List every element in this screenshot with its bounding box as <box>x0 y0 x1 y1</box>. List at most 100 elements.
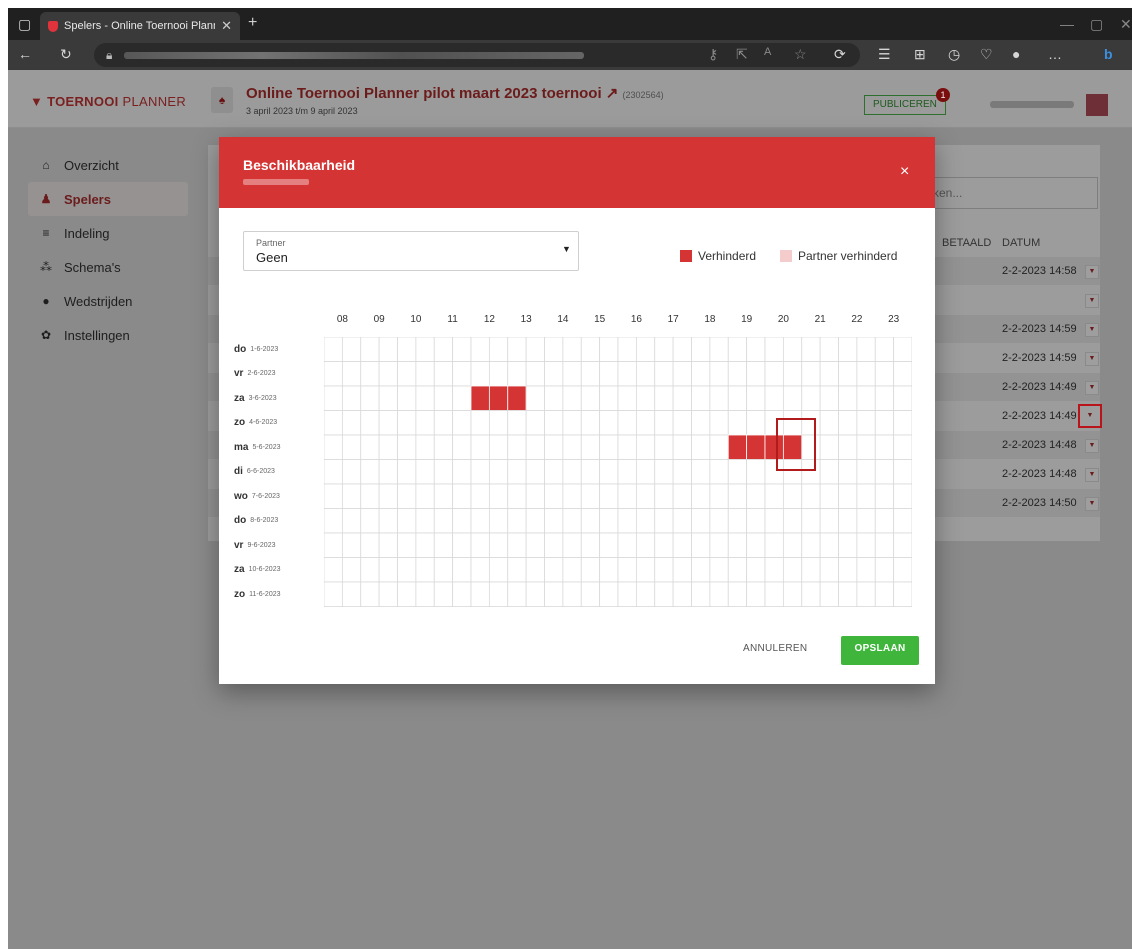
grid-cell[interactable] <box>397 508 417 534</box>
row-dropdown-button[interactable]: ▼ <box>1085 468 1099 482</box>
grid-cell[interactable] <box>433 581 454 607</box>
grid-cell[interactable] <box>580 508 601 534</box>
grid-cell[interactable] <box>709 337 729 362</box>
grid-cell[interactable] <box>893 581 912 607</box>
grid-cell[interactable] <box>746 557 766 583</box>
grid-cell[interactable] <box>746 581 766 607</box>
grid-cell[interactable] <box>580 459 601 485</box>
grid-cell[interactable] <box>452 532 472 558</box>
grid-cell[interactable] <box>635 361 656 387</box>
grid-cell[interactable] <box>433 508 454 534</box>
sidebar-item-overzicht[interactable]: ⌂ Overzicht <box>28 148 188 182</box>
grid-cell[interactable] <box>544 581 564 607</box>
grid-cell[interactable] <box>433 557 454 583</box>
grid-cell[interactable] <box>838 337 858 362</box>
grid-cell[interactable] <box>562 508 582 534</box>
bing-icon[interactable]: b <box>1104 46 1113 62</box>
grid-cell[interactable] <box>801 385 821 411</box>
grid-cell[interactable] <box>433 337 454 362</box>
row-dropdown-button[interactable]: ▼ <box>1078 404 1102 428</box>
grid-cell[interactable] <box>691 410 711 436</box>
grid-cell[interactable] <box>819 410 839 436</box>
grid-cell[interactable] <box>819 581 839 607</box>
grid-cell[interactable] <box>580 361 601 387</box>
grid-cell[interactable] <box>874 557 895 583</box>
grid-cell[interactable] <box>635 410 656 436</box>
favorites-bar-icon[interactable]: ☰ <box>878 46 891 63</box>
grid-cell[interactable] <box>452 459 472 485</box>
grid-cell[interactable] <box>746 532 766 558</box>
grid-cell[interactable] <box>341 483 362 509</box>
grid-cell[interactable] <box>893 483 912 509</box>
grid-cell[interactable] <box>893 361 912 387</box>
grid-cell[interactable] <box>893 508 912 534</box>
grid-cell[interactable] <box>544 361 564 387</box>
grid-cell[interactable] <box>727 410 748 436</box>
sidebar-item-spelers[interactable]: ♟ Spelers <box>28 182 188 216</box>
grid-cell[interactable] <box>599 483 619 509</box>
grid-cell[interactable] <box>599 557 619 583</box>
grid-cell[interactable] <box>746 337 766 362</box>
grid-cell[interactable] <box>764 557 784 583</box>
grid-cell[interactable] <box>709 434 729 460</box>
grid-cell[interactable] <box>672 581 692 607</box>
grid-cell[interactable] <box>838 459 858 485</box>
availability-grid-svg[interactable] <box>324 337 912 607</box>
grid-cell[interactable] <box>488 508 509 534</box>
grid-cell[interactable] <box>488 459 509 485</box>
grid-cell[interactable] <box>672 532 692 558</box>
grid-cell[interactable] <box>397 434 417 460</box>
grid-cell[interactable] <box>360 532 380 558</box>
grid-cell[interactable] <box>397 410 417 436</box>
grid-cell[interactable] <box>838 410 858 436</box>
tab-actions-icon[interactable]: ▢ <box>18 16 31 33</box>
grid-cell[interactable] <box>324 483 343 509</box>
grid-cell[interactable] <box>727 508 748 534</box>
grid-cell[interactable] <box>470 581 490 607</box>
grid-cell[interactable] <box>893 410 912 436</box>
grid-cell[interactable] <box>727 459 748 485</box>
grid-cell[interactable] <box>782 337 803 362</box>
grid-cell[interactable] <box>654 434 674 460</box>
grid-cell[interactable] <box>672 508 692 534</box>
grid-cell[interactable] <box>324 361 343 387</box>
grid-cell[interactable] <box>782 508 803 534</box>
grid-cell[interactable] <box>544 410 564 436</box>
notification-badge[interactable]: 1 <box>936 88 950 102</box>
grid-cell[interactable] <box>525 581 545 607</box>
grid-cell[interactable] <box>617 434 637 460</box>
grid-cell[interactable] <box>746 459 766 485</box>
grid-cell[interactable] <box>691 385 711 411</box>
grid-cell[interactable] <box>599 581 619 607</box>
grid-cell[interactable] <box>746 508 766 534</box>
grid-cell[interactable] <box>617 361 637 387</box>
grid-cell[interactable] <box>470 532 490 558</box>
grid-cell[interactable] <box>617 459 637 485</box>
grid-cell[interactable] <box>856 434 876 460</box>
grid-cell[interactable] <box>654 508 674 534</box>
grid-cell[interactable] <box>764 385 784 411</box>
grid-cell[interactable] <box>415 557 435 583</box>
grid-cell[interactable] <box>525 410 545 436</box>
grid-cell[interactable] <box>580 434 601 460</box>
grid-cell[interactable] <box>525 532 545 558</box>
grid-cell[interactable] <box>544 434 564 460</box>
grid-cell[interactable] <box>617 508 637 534</box>
grid-cell[interactable] <box>672 361 692 387</box>
grid-cell[interactable] <box>360 337 380 362</box>
grid-cell[interactable] <box>635 337 656 362</box>
grid-cell[interactable] <box>801 532 821 558</box>
grid-cell[interactable] <box>341 337 362 362</box>
row-dropdown-button[interactable]: ▼ <box>1085 294 1099 308</box>
grid-cell[interactable] <box>727 337 748 362</box>
grid-cell[interactable] <box>488 557 509 583</box>
grid-cell[interactable] <box>635 581 656 607</box>
grid-cell[interactable] <box>360 434 380 460</box>
grid-cell[interactable] <box>874 385 895 411</box>
grid-cell[interactable] <box>672 410 692 436</box>
more-icon[interactable]: … <box>1048 46 1062 62</box>
grid-cell[interactable] <box>874 337 895 362</box>
grid-cell[interactable] <box>452 483 472 509</box>
grid-cell[interactable] <box>525 434 545 460</box>
grid-cell[interactable] <box>397 337 417 362</box>
